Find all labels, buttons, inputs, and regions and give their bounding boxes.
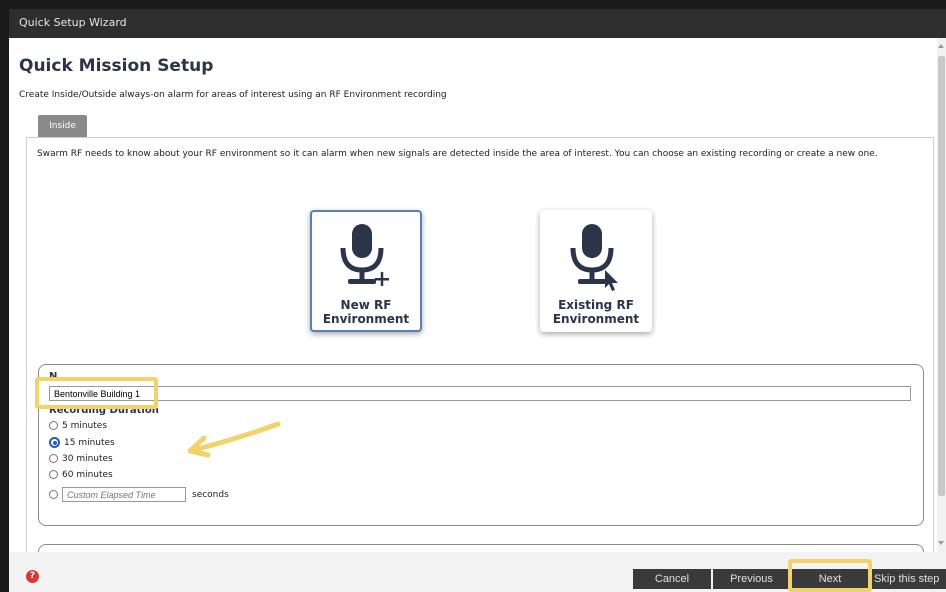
name-field-highlight	[35, 377, 158, 409]
scroll-thumb[interactable]	[938, 56, 945, 496]
page-subtitle: Create Inside/Outside always-on alarm fo…	[19, 90, 447, 100]
arrow-annotation	[187, 421, 281, 458]
new-rf-environment-label: New RF Environment	[322, 298, 410, 326]
duration-option-60[interactable]: 60 minutes	[49, 470, 113, 484]
page-title: Quick Mission Setup	[19, 56, 214, 76]
duration-option-custom[interactable]: seconds	[49, 487, 229, 502]
microphone-cursor-icon	[570, 224, 618, 291]
microphone-plus-icon	[340, 224, 389, 286]
skip-step-button[interactable]: Skip this step	[870, 569, 946, 589]
radio-5-minutes[interactable]	[49, 421, 58, 430]
new-rf-environment-button[interactable]: New RF Environment	[310, 210, 422, 332]
duration-label-15: 15 minutes	[64, 438, 115, 448]
vertical-scrollbar[interactable]	[937, 38, 946, 552]
next-button-highlight	[788, 559, 872, 592]
duration-label-5: 5 minutes	[62, 421, 108, 431]
tab-inside[interactable]: Inside	[38, 115, 87, 137]
window-title-bar: Quick Setup Wizard	[9, 9, 946, 38]
seconds-unit-label: seconds	[192, 490, 229, 500]
custom-elapsed-time-input[interactable]	[62, 487, 186, 502]
duration-option-5[interactable]: 5 minutes	[49, 421, 107, 435]
existing-rf-environment-label: Existing RF Environment	[552, 298, 640, 326]
radio-30-minutes[interactable]	[49, 454, 58, 463]
duration-option-30[interactable]: 30 minutes	[49, 454, 113, 468]
next-section-box	[38, 544, 924, 552]
scroll-up-arrow-icon[interactable]	[938, 44, 944, 48]
cancel-button[interactable]: Cancel	[633, 569, 711, 589]
duration-option-15[interactable]: 15 minutes	[49, 437, 115, 451]
scroll-down-arrow-icon[interactable]	[938, 541, 944, 545]
radio-custom[interactable]	[49, 490, 58, 499]
duration-label-60: 60 minutes	[62, 470, 113, 480]
previous-button[interactable]: Previous	[713, 569, 790, 589]
help-icon[interactable]: ?	[26, 570, 39, 583]
existing-rf-environment-button[interactable]: Existing RF Environment	[540, 210, 652, 332]
radio-15-minutes[interactable]	[49, 437, 60, 448]
wizard-content: Quick Mission Setup Create Inside/Outsid…	[9, 38, 937, 552]
wizard-dialog: Quick Mission Setup Create Inside/Outsid…	[9, 38, 946, 592]
recording-settings-box: N Recording Duration 5 minutes 15 minute…	[38, 364, 924, 526]
name-input[interactable]	[49, 386, 911, 401]
radio-60-minutes[interactable]	[49, 470, 58, 479]
intro-text: Swarm RF needs to know about your RF env…	[37, 149, 878, 159]
duration-label-30: 30 minutes	[62, 454, 113, 464]
window-title: Quick Setup Wizard	[19, 16, 127, 29]
inside-panel: Swarm RF needs to know about your RF env…	[26, 137, 934, 552]
